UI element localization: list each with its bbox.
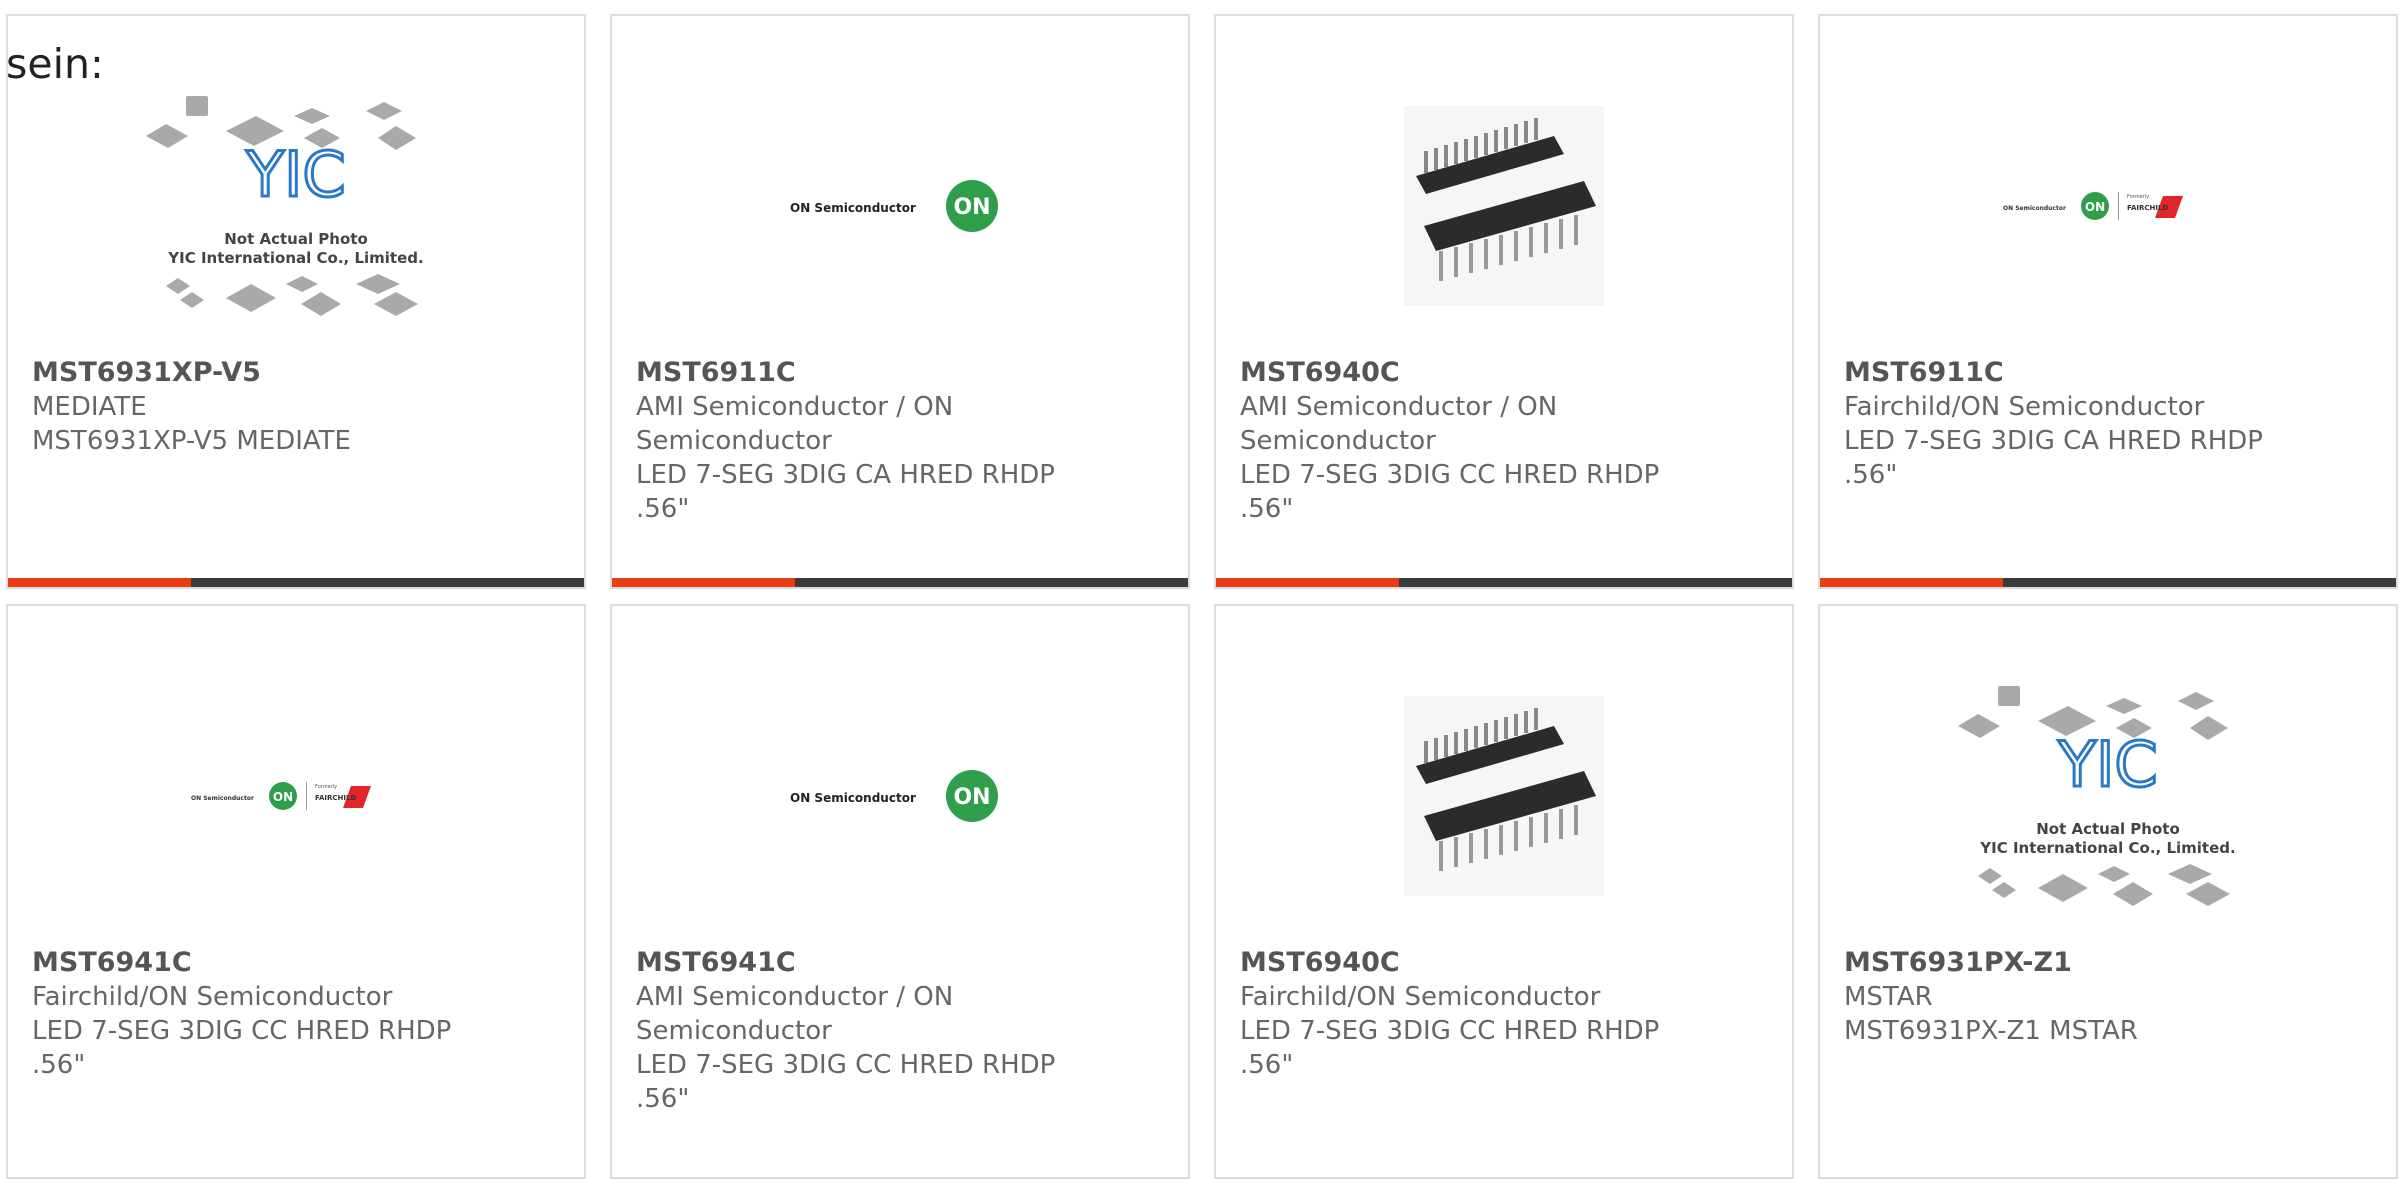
svg-text:FAIRCHILD: FAIRCHILD: [315, 794, 356, 802]
on-fairchild-logo: ON Semiconductor ON Formerly FAIRCHILD: [191, 782, 371, 810]
product-info: MST6940C AMI Semiconductor / ON Semicond…: [1240, 356, 1690, 526]
part-number-link[interactable]: MST6931PX-Z1: [1844, 946, 2294, 980]
svg-text:ON: ON: [2085, 200, 2105, 214]
description: LED 7-SEG 3DIG CC HRED RHDP .56": [1240, 460, 1660, 524]
company-name-text: YIC International Co., Limited.: [1979, 839, 2235, 857]
svg-text:ON: ON: [953, 195, 990, 220]
svg-text:ON Semiconductor: ON Semiconductor: [790, 201, 916, 215]
product-card[interactable]: MST6940C AMI Semiconductor / ON Semicond…: [1214, 14, 1794, 589]
svg-text:Formerly: Formerly: [315, 784, 337, 790]
product-info: MST6911C AMI Semiconductor / ON Semicond…: [636, 356, 1086, 526]
card-bar-accent: [1820, 578, 2003, 587]
yic-logo: YIC: [2057, 728, 2157, 801]
part-number-link[interactable]: MST6911C: [1844, 356, 2294, 390]
description: MST6931PX-Z1 MSTAR: [1844, 1016, 2138, 1046]
description: LED 7-SEG 3DIG CA HRED RHDP .56": [1844, 426, 2263, 490]
manufacturer: MEDIATE: [32, 392, 147, 422]
card-bar-accent: [1216, 578, 1399, 587]
product-card[interactable]: ON Semiconductor ON Formerly FAIRCHILD M…: [1818, 14, 2398, 589]
product-card[interactable]: YIC Not Actual Photo YIC International C…: [1818, 604, 2398, 1179]
product-info: MST6911C Fairchild/ON Semiconductor LED …: [1844, 356, 2294, 492]
on-semiconductor-logo: ON Semiconductor ON: [790, 180, 998, 232]
product-info: MST6941C AMI Semiconductor / ON Semicond…: [636, 946, 1086, 1116]
product-card[interactable]: ON Semiconductor ON MST6911C AMI Semicon…: [610, 14, 1190, 589]
product-image[interactable]: ON Semiconductor ON: [632, 636, 1168, 956]
dip-chip-image: [1404, 696, 1604, 896]
manufacturer: Fairchild/ON Semiconductor: [32, 982, 393, 1012]
company-name-text: YIC International Co., Limited.: [167, 249, 423, 267]
on-semiconductor-logo: ON Semiconductor ON: [790, 770, 998, 822]
product-image[interactable]: [1236, 636, 1772, 956]
card-bar: [612, 578, 1188, 587]
part-number-link[interactable]: MST6940C: [1240, 356, 1690, 390]
on-fairchild-logo: ON Semiconductor ON Formerly FAIRCHILD: [2003, 192, 2183, 220]
product-card[interactable]: YIC Not Actual Photo YIC International C…: [6, 14, 586, 589]
description: LED 7-SEG 3DIG CC HRED RHDP .56": [1240, 1016, 1660, 1080]
manufacturer: MSTAR: [1844, 982, 1933, 1012]
product-info: MST6940C Fairchild/ON Semiconductor LED …: [1240, 946, 1690, 1082]
part-number-link[interactable]: MST6911C: [636, 356, 1086, 390]
product-image[interactable]: [1236, 46, 1772, 366]
card-bar: [1216, 578, 1792, 587]
part-number-link[interactable]: MST6931XP-V5: [32, 356, 482, 390]
description: MST6931XP-V5 MEDIATE: [32, 426, 351, 456]
not-actual-photo-text: Not Actual Photo: [224, 230, 368, 248]
product-card[interactable]: ON Semiconductor ON MST6941C AMI Semicon…: [610, 604, 1190, 1179]
product-image[interactable]: ON Semiconductor ON Formerly FAIRCHILD: [28, 636, 564, 956]
product-image[interactable]: ON Semiconductor ON Formerly FAIRCHILD: [1840, 46, 2376, 366]
card-bar-accent: [612, 578, 795, 587]
manufacturer: AMI Semiconductor / ON Semiconductor: [1240, 392, 1558, 456]
product-card[interactable]: ON Semiconductor ON Formerly FAIRCHILD M…: [6, 604, 586, 1179]
part-number-link[interactable]: MST6941C: [32, 946, 482, 980]
description: LED 7-SEG 3DIG CC HRED RHDP .56": [32, 1016, 452, 1080]
part-number-link[interactable]: MST6940C: [1240, 946, 1690, 980]
product-image[interactable]: YIC Not Actual Photo YIC International C…: [28, 46, 564, 366]
manufacturer: AMI Semiconductor / ON Semiconductor: [636, 392, 954, 456]
part-number-link[interactable]: MST6941C: [636, 946, 1086, 980]
svg-text:Formerly: Formerly: [2127, 194, 2149, 200]
svg-text:FAIRCHILD: FAIRCHILD: [2127, 204, 2168, 212]
svg-text:ON: ON: [953, 785, 990, 810]
product-info: MST6931XP-V5 MEDIATE MST6931XP-V5 MEDIAT…: [32, 356, 482, 458]
manufacturer: AMI Semiconductor / ON Semiconductor: [636, 982, 954, 1046]
product-image[interactable]: YIC Not Actual Photo YIC International C…: [1840, 636, 2376, 956]
svg-text:ON: ON: [273, 790, 293, 804]
product-image[interactable]: ON Semiconductor ON: [632, 46, 1168, 366]
product-info: MST6931PX-Z1 MSTAR MST6931PX-Z1 MSTAR: [1844, 946, 2294, 1048]
manufacturer: Fairchild/ON Semiconductor: [1844, 392, 2205, 422]
product-card[interactable]: MST6940C Fairchild/ON Semiconductor LED …: [1214, 604, 1794, 1179]
card-bar-accent: [8, 578, 191, 587]
yic-placeholder-image: YIC Not Actual Photo YIC International C…: [146, 96, 424, 316]
description: LED 7-SEG 3DIG CC HRED RHDP .56": [636, 1050, 1056, 1114]
intro-text: sein:: [6, 40, 104, 88]
manufacturer: Fairchild/ON Semiconductor: [1240, 982, 1601, 1012]
product-info: MST6941C Fairchild/ON Semiconductor LED …: [32, 946, 482, 1082]
svg-text:ON Semiconductor: ON Semiconductor: [191, 795, 254, 802]
yic-logo: YIC: [245, 138, 345, 211]
svg-text:ON Semiconductor: ON Semiconductor: [2003, 205, 2066, 212]
dip-chip-image: [1404, 106, 1604, 306]
svg-text:ON Semiconductor: ON Semiconductor: [790, 791, 916, 805]
description: LED 7-SEG 3DIG CA HRED RHDP .56": [636, 460, 1055, 524]
card-bar: [8, 578, 584, 587]
yic-placeholder-image: YIC Not Actual Photo YIC International C…: [1958, 686, 2236, 906]
not-actual-photo-text: Not Actual Photo: [2036, 820, 2180, 838]
card-bar: [1820, 578, 2396, 587]
